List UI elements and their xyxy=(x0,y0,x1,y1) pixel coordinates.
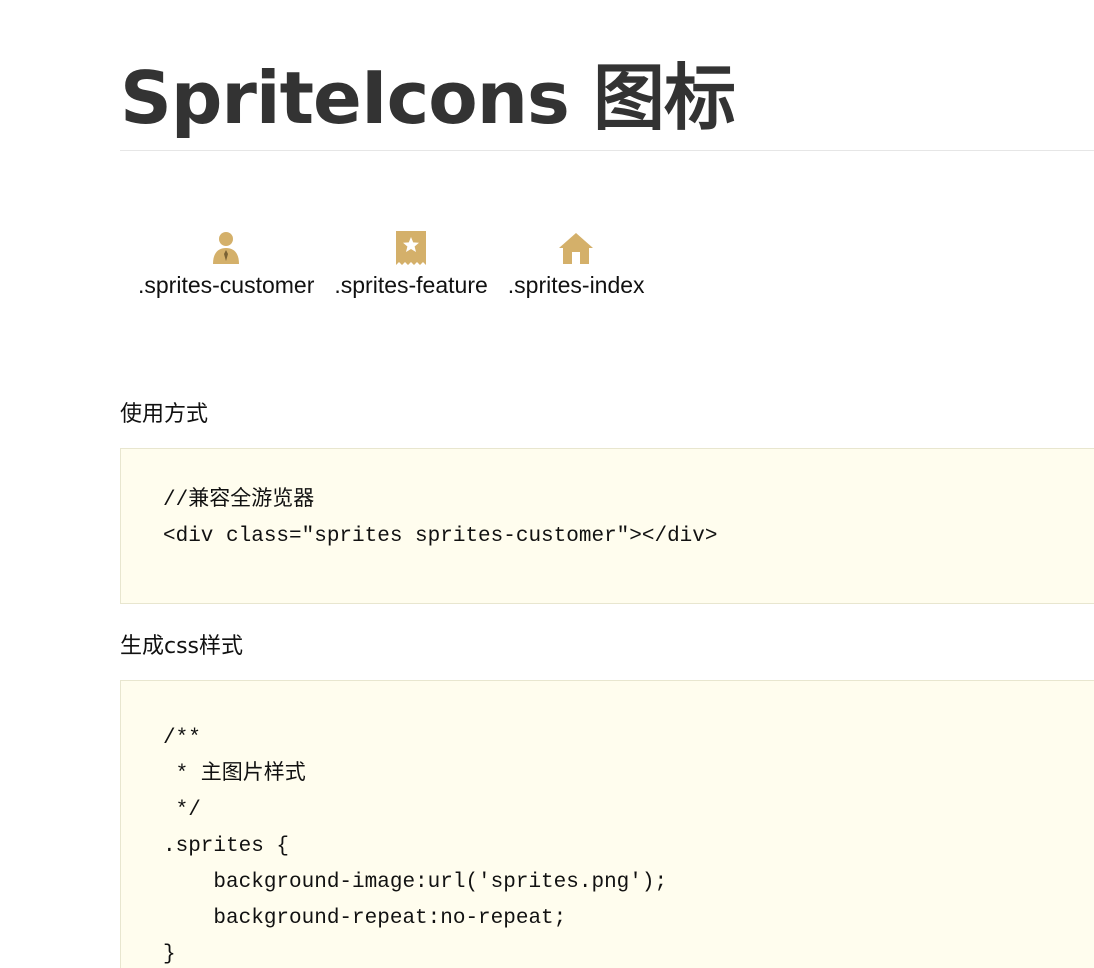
code-line: background-repeat:no-repeat; xyxy=(163,907,567,930)
code-line: */ xyxy=(163,799,201,822)
icon-label: .sprites-index xyxy=(507,272,645,298)
bookmark-star-icon xyxy=(391,228,431,268)
icon-item-feature: .sprites-feature xyxy=(334,228,488,299)
icon-label: .sprites-feature xyxy=(334,272,488,298)
icon-item-customer: .sprites-customer xyxy=(138,228,314,299)
page-title: SpriteIcons 图标 xyxy=(120,0,1094,151)
generated-css-heading: 生成css样式 xyxy=(120,634,244,659)
code-line: //兼容全游览器 xyxy=(163,489,315,512)
code-line: background-image:url('sprites.png'); xyxy=(163,871,668,894)
home-icon xyxy=(556,228,596,268)
code-line: } xyxy=(163,943,176,966)
generated-css-code-block: /** * 主图片样式 */ .sprites { background-ima… xyxy=(120,680,1094,968)
usage-code-block: //兼容全游览器 <div class="sprites sprites-cus… xyxy=(120,448,1094,604)
icon-label: .sprites-customer xyxy=(138,272,315,298)
code-line: <div class="sprites sprites-customer"></… xyxy=(163,525,718,548)
icon-item-index: .sprites-index xyxy=(508,228,645,299)
icon-list: .sprites-customer .sprites-feature .spri… xyxy=(138,228,645,299)
code-line: * 主图片样式 xyxy=(163,763,306,786)
usage-heading: 使用方式 xyxy=(120,402,209,427)
code-line: .sprites { xyxy=(163,835,290,858)
code-line: /** xyxy=(163,727,201,750)
page: SpriteIcons 图标 .sprites-customer .sprite… xyxy=(120,0,1094,968)
user-icon xyxy=(206,228,246,268)
